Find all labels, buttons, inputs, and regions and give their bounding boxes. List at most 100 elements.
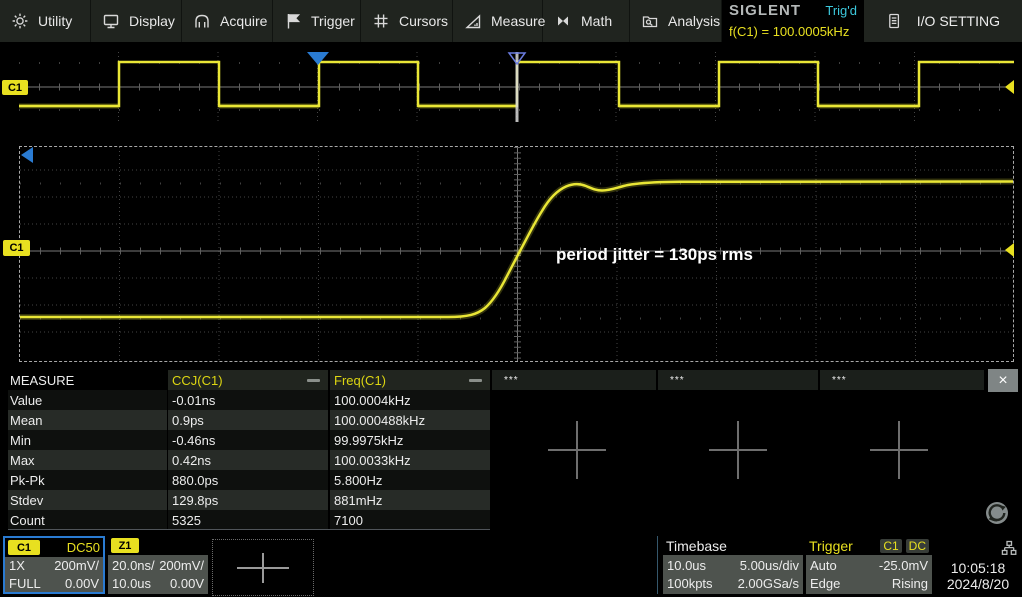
zoom-timebase: 20.0ns/ [112, 557, 155, 574]
menu-utility[interactable]: Utility [0, 0, 91, 42]
zoom-left-edge-marker [21, 147, 33, 163]
channel1-badge: C1 [8, 540, 40, 555]
stat-value: 100.000488kHz [330, 410, 490, 430]
jitter-annotation: period jitter = 130ps rms [556, 245, 753, 265]
menu-bar: Utility Display Acquire Trigger Cursors … [0, 0, 1022, 42]
menu-analysis[interactable]: Analysis [630, 0, 722, 42]
measure-title: MEASURE [8, 370, 167, 390]
channel1-descriptor[interactable]: C1 DC50 1X 200mV/ FULL 0.00V [3, 536, 105, 594]
menu-measure[interactable]: Measure [453, 0, 543, 42]
menu-measure-label: Measure [491, 13, 545, 29]
stat-value: 0.42ns [168, 450, 328, 470]
timebase-descriptor[interactable]: Timebase 10.0us 5.00us/div 100kpts 2.00GSa… [663, 536, 803, 594]
strip-channel-badge[interactable]: C1 [2, 80, 28, 95]
zoom-descriptor[interactable]: Z1 20.0ns/200mV/ 10.0us0.00V [108, 536, 208, 594]
trigger-level: -25.0mV [879, 557, 928, 574]
trigger-level-marker[interactable] [1005, 243, 1014, 257]
channel1-scale: 200mV/ [54, 557, 99, 574]
measure-empty-header: *** [658, 370, 818, 390]
menu-trigger[interactable]: Trigger [273, 0, 361, 42]
menu-trigger-label: Trigger [311, 13, 355, 29]
trigger-slope: Rising [892, 575, 928, 592]
timebase-title: Timebase [666, 538, 727, 554]
trigger-status: Trig'd [825, 3, 857, 18]
stat-value: 0.9ps [168, 410, 328, 430]
add-measurement-button[interactable] [548, 421, 606, 479]
stat-label: Pk-Pk [8, 470, 167, 490]
stat-value: 100.0004kHz [330, 390, 490, 410]
measure-column-header: Freq(C1) [330, 370, 490, 390]
timebase-memory: 100kpts [667, 575, 713, 592]
date-display: 2024/8/20 [934, 576, 1022, 592]
menu-cursors[interactable]: Cursors [361, 0, 453, 42]
add-measurement-button[interactable] [870, 421, 928, 479]
overview-waveform [19, 52, 1014, 122]
analysis-icon [641, 12, 659, 30]
flag-icon [284, 12, 302, 30]
remove-measurement-button[interactable] [307, 379, 320, 382]
timebase-delay: 10.0us [667, 557, 706, 574]
measure-icon [464, 12, 482, 30]
menu-math-label: Math [581, 13, 612, 29]
acquire-icon [193, 12, 211, 30]
remove-measurement-button[interactable] [469, 379, 482, 382]
zoom-channel-badge[interactable]: C1 [3, 240, 30, 256]
overview-strip[interactable] [19, 52, 1014, 122]
stat-value: 7100 [330, 510, 490, 530]
trigger-mode: Auto [810, 557, 837, 574]
stat-value: -0.01ns [168, 390, 328, 410]
stat-label: Mean [8, 410, 167, 430]
measure-col1-header-label: CCJ(C1) [172, 373, 223, 388]
zoom-offset: 0.00V [170, 575, 204, 592]
io-setting-button[interactable]: I/O SETTING [885, 0, 1022, 42]
channel1-offset: 0.00V [65, 575, 99, 592]
brand-status-block: SIGLENT Trig'd f(C1) = 100.0005kHz [722, 0, 864, 42]
trigger-type: Edge [810, 575, 840, 592]
timebase-scale: 5.00us/div [740, 557, 799, 574]
measure-empty-header: *** [820, 370, 984, 390]
zoom-waveform [20, 147, 1013, 361]
time-display: 10:05:18 [934, 560, 1022, 576]
zoom-scale: 200mV/ [159, 557, 204, 574]
channel1-coupling: DC50 [67, 540, 100, 555]
strip-channel-level-marker[interactable] [1005, 80, 1014, 94]
reset-statistics-icon[interactable] [984, 500, 1010, 526]
stat-value: -0.46ns [168, 430, 328, 450]
stat-value: 881mHz [330, 490, 490, 510]
io-setting-label: I/O SETTING [917, 13, 1000, 29]
add-channel-button[interactable] [212, 539, 314, 596]
frequency-readout: f(C1) = 100.0005kHz [729, 24, 857, 39]
panel-divider [8, 529, 490, 530]
stat-value: 5325 [168, 510, 328, 530]
stat-value: 880.0ps [168, 470, 328, 490]
gear-icon [11, 12, 29, 30]
trigger-coupling-badge: DC [906, 539, 929, 553]
measure-close-button[interactable]: × [988, 369, 1018, 392]
menu-display[interactable]: Display [91, 0, 182, 42]
channel1-probe: 1X [9, 557, 25, 574]
brand-logo: SIGLENT [729, 2, 801, 19]
menu-math[interactable]: Math [543, 0, 630, 42]
stat-value: 129.8ps [168, 490, 328, 510]
network-icon[interactable] [1000, 539, 1018, 557]
measure-panel: MEASURE CCJ(C1) Freq(C1) *** *** *** Val… [0, 368, 1022, 532]
channel1-bandwidth: FULL [9, 575, 41, 592]
stat-label: Min [8, 430, 167, 450]
menu-acquire[interactable]: Acquire [182, 0, 273, 42]
bottom-bar-divider [657, 536, 658, 594]
menu-acquire-label: Acquire [220, 13, 267, 29]
cursors-icon [372, 12, 390, 30]
stat-label: Stdev [8, 490, 167, 510]
stat-label: Max [8, 450, 167, 470]
trigger-descriptor[interactable]: Trigger C1 DC Auto-25.0mV EdgeRising [806, 536, 932, 594]
clipboard-icon [885, 12, 903, 30]
add-measurement-button[interactable] [709, 421, 767, 479]
menu-analysis-label: Analysis [668, 13, 720, 29]
math-icon [554, 12, 572, 30]
measure-column-header: CCJ(C1) [168, 370, 328, 390]
timebase-samplerate: 2.00GSa/s [738, 575, 799, 592]
stat-label: Count [8, 510, 167, 530]
zoom-window[interactable] [19, 146, 1014, 362]
menu-utility-label: Utility [38, 13, 72, 29]
stat-value: 99.9975kHz [330, 430, 490, 450]
